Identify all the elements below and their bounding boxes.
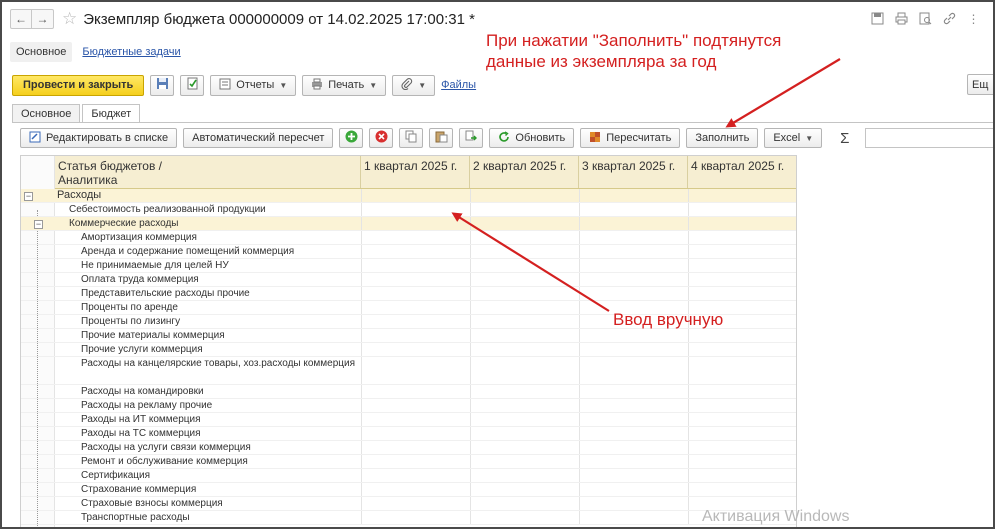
arrow-to-manual-cells xyxy=(451,212,610,312)
annotation-arrows xyxy=(451,58,841,312)
arrow-to-fill-button xyxy=(725,58,841,128)
app-window: ← → ☆ Экземпляр бюджета 000000009 от 14.… xyxy=(0,0,995,529)
windows-activation-watermark: Активация Windows xyxy=(702,508,850,525)
